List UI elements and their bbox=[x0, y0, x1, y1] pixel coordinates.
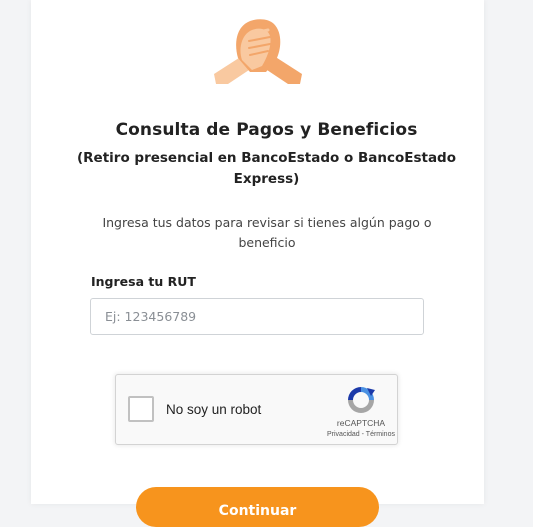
recaptcha-links: Privacidad - Términos bbox=[311, 431, 411, 438]
handshake-icon bbox=[214, 19, 302, 84]
page-title: Consulta de Pagos y Beneficios bbox=[115, 120, 418, 140]
intro-text: Ingresa tus datos para revisar si tienes… bbox=[102, 215, 432, 250]
recaptcha-widget: No soy un robot reCAPTCHA Privacidad - T… bbox=[115, 374, 398, 445]
recaptcha-checkbox[interactable] bbox=[128, 396, 154, 422]
recaptcha-terms-link[interactable]: Términos bbox=[366, 431, 395, 438]
recaptcha-icon bbox=[348, 387, 375, 413]
continue-button[interactable]: Continuar bbox=[136, 487, 379, 527]
page-subtitle: (Retiro presencial en BancoEstado o Banc… bbox=[76, 150, 456, 187]
recaptcha-brand: reCAPTCHA bbox=[336, 418, 386, 428]
rut-input[interactable] bbox=[90, 298, 424, 335]
recaptcha-label: No soy un robot bbox=[166, 402, 262, 417]
rut-label: Ingresa tu RUT bbox=[91, 274, 196, 289]
recaptcha-privacy-link[interactable]: Privacidad bbox=[327, 431, 360, 438]
